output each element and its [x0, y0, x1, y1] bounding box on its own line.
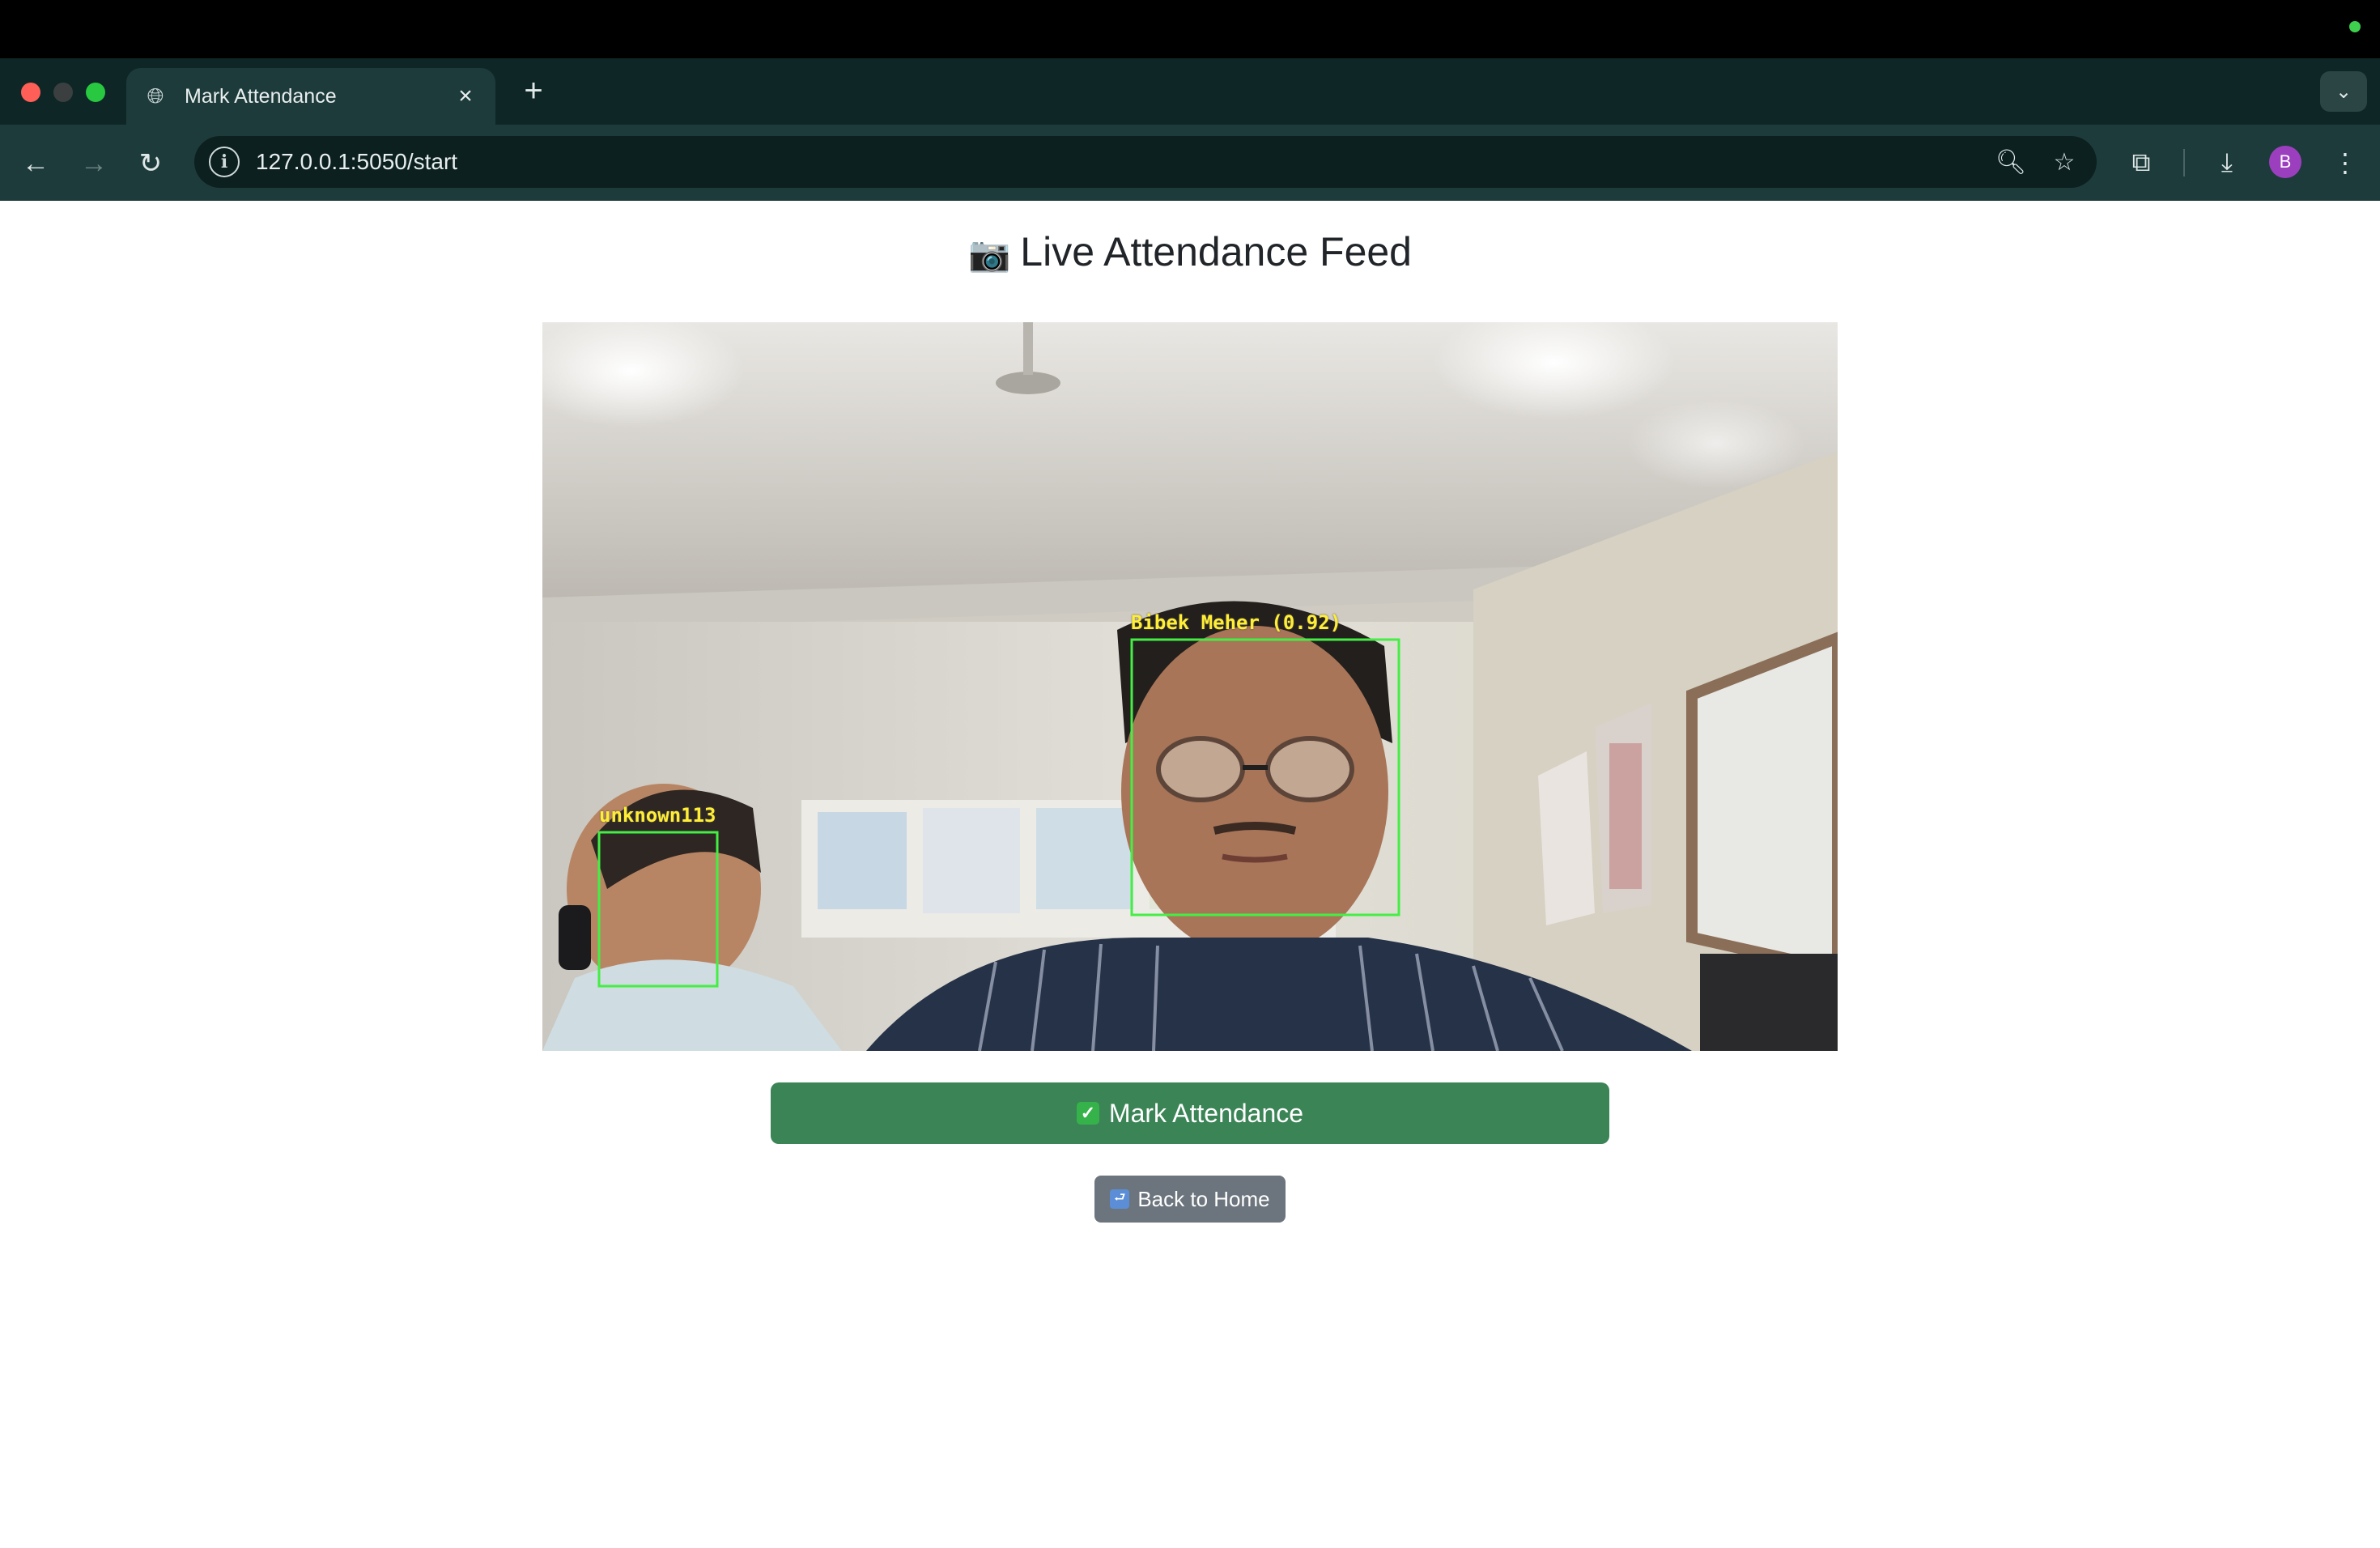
mark-attendance-button[interactable]: ✓ Mark Attendance	[771, 1082, 1609, 1144]
new-tab-button[interactable]: +	[518, 73, 549, 108]
zoom-icon[interactable]: 🔍︎	[1990, 141, 2032, 183]
bookmark-star-icon[interactable]: ☆	[2043, 141, 2085, 183]
tab-title: Mark Attendance	[185, 84, 337, 108]
profile-avatar[interactable]: B	[2269, 146, 2301, 178]
toolbar-divider	[2183, 149, 2185, 176]
window-maximize-button[interactable]	[86, 83, 105, 102]
kebab-menu-icon[interactable]: ⋮	[2323, 141, 2367, 185]
camera-frame	[542, 322, 1838, 1051]
page-title-text: Live Attendance Feed	[1020, 229, 1412, 274]
os-menu-bar	[0, 0, 2380, 58]
live-video-feed: Bibek Meher (0.92) unknown113	[542, 322, 1838, 1051]
window-close-button[interactable]	[21, 83, 40, 102]
tab-close-icon[interactable]: ×	[452, 83, 479, 110]
url-text[interactable]: 127.0.0.1:5050/start	[256, 149, 1990, 175]
page-title: 📷 Live Attendance Feed	[0, 228, 2380, 275]
detection-label: unknown113	[599, 804, 716, 827]
site-info-icon[interactable]: i	[209, 147, 240, 177]
tab-search-button[interactable]: ⌄	[2320, 71, 2367, 112]
tab-mark-attendance[interactable]: 🌐︎ Mark Attendance ×	[126, 68, 495, 125]
back-to-home-button[interactable]: ⮐ Back to Home	[1094, 1176, 1286, 1223]
window-minimize-button[interactable]	[53, 83, 73, 102]
extensions-puzzle-icon[interactable]: ⧉	[2119, 141, 2163, 185]
back-arrow-icon[interactable]: ←	[15, 142, 57, 185]
globe-icon: 🌐︎	[147, 83, 164, 108]
forward-arrow-icon[interactable]: →	[73, 142, 115, 185]
status-dot-icon	[2349, 21, 2361, 32]
download-icon[interactable]: ⤓	[2205, 141, 2249, 185]
mark-attendance-label: Mark Attendance	[1108, 1098, 1304, 1128]
return-arrow-icon: ⮐	[1110, 1189, 1130, 1209]
camera-icon: 📷	[968, 235, 1011, 273]
back-to-home-label: Back to Home	[1137, 1186, 1270, 1211]
detection-label: Bibek Meher (0.92)	[1131, 611, 1342, 634]
reload-icon[interactable]: ↻	[130, 142, 172, 185]
address-bar[interactable]: i 127.0.0.1:5050/start 🔍︎ ☆	[194, 136, 2097, 188]
check-mark-icon: ✓	[1076, 1102, 1099, 1125]
